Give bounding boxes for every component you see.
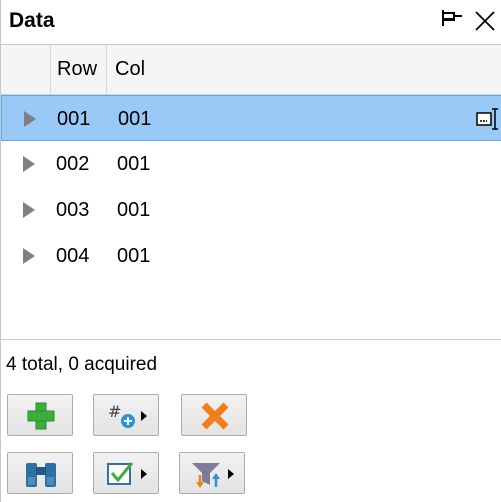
check-dropdown-button[interactable] <box>93 452 159 494</box>
panel-title: Data <box>9 9 55 32</box>
panel-titlebar: Data <box>1 0 501 45</box>
data-grid: 001 001 002 001 003 001 004 001 <box>1 95 501 340</box>
column-header-col[interactable]: Col <box>107 45 167 94</box>
row-arrow-icon <box>23 156 35 172</box>
svg-text:#: # <box>108 402 121 421</box>
cell-row: 003 <box>56 199 90 221</box>
add-button[interactable] <box>7 394 73 436</box>
column-header-row[interactable]: Row <box>51 45 107 94</box>
grid-header: Row Col <box>1 45 501 95</box>
table-row[interactable]: 001 001 <box>1 95 501 141</box>
hash-plus-icon: # <box>108 402 147 428</box>
cell-col: 001 <box>117 245 151 267</box>
pin-icon[interactable] <box>438 6 464 34</box>
add-numbered-dropdown-button[interactable]: # <box>93 394 159 436</box>
cell-row: 002 <box>56 153 90 175</box>
find-button[interactable] <box>7 452 73 494</box>
row-arrow-icon <box>23 248 35 264</box>
binoculars-icon <box>26 463 56 487</box>
table-row[interactable]: 003 001 <box>1 187 501 233</box>
delete-button[interactable] <box>181 394 247 436</box>
filter-sort-dropdown-button[interactable] <box>179 452 245 494</box>
cell-col: 001 <box>118 108 152 130</box>
cell-col: 001 <box>117 199 151 221</box>
close-icon[interactable] <box>472 8 498 34</box>
header-gutter <box>1 45 51 94</box>
data-panel: Data Row Col 001 001 002 001 003 001 004… <box>0 0 501 502</box>
filter-sort-icon <box>192 463 234 488</box>
table-row[interactable]: 004 001 <box>1 233 501 279</box>
row-arrow-icon <box>23 202 35 218</box>
x-icon <box>201 402 229 430</box>
plus-icon <box>27 402 55 430</box>
cell-row: 004 <box>56 245 90 267</box>
status-text: 4 total, 0 acquired <box>6 354 158 375</box>
edit-row-icon[interactable] <box>476 108 500 130</box>
table-row[interactable]: 002 001 <box>1 141 501 187</box>
cell-col: 001 <box>117 153 151 175</box>
checkbox-icon <box>107 462 147 485</box>
cell-row: 001 <box>57 108 91 130</box>
row-arrow-icon <box>24 111 36 127</box>
